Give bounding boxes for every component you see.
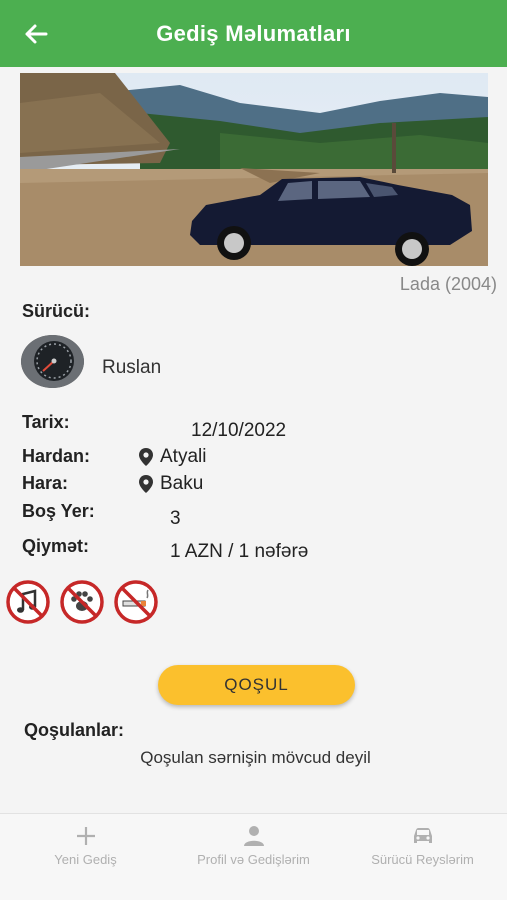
person-icon (243, 826, 264, 846)
to-label: Hara: (22, 473, 69, 493)
date-value: 12/10/2022 (191, 420, 287, 441)
nav-item-new-trip[interactable]: Yeni Gediş (1, 814, 170, 900)
seats-label: Boş Yer: (22, 501, 95, 521)
nav-label-new-trip: Yeni Gediş (54, 852, 117, 867)
driver-avatar[interactable] (21, 335, 84, 388)
joined-empty-message: Qoşulan sərnişin mövcud deyil (140, 748, 371, 767)
joined-passengers-title: Qoşulanlar: (24, 720, 125, 740)
nav-label-profile-trips: Profil və Gedişlərim (197, 852, 310, 867)
plus-icon (76, 827, 95, 845)
date-label: Tarix: (22, 412, 70, 432)
location-pin-icon (139, 475, 153, 493)
seats-value: 3 (170, 508, 181, 529)
price-value: 1 AZN / 1 nəfərə (170, 541, 309, 562)
car-model-caption: Lada (2004) (399, 274, 497, 294)
driver-name[interactable]: Ruslan (102, 357, 161, 379)
app-header: Gediş Məlumatları (0, 0, 507, 67)
no-music-icon (6, 580, 50, 624)
nav-item-driver-routes[interactable]: Sürücü Reyslərim (338, 814, 507, 900)
to-value: Baku (160, 473, 204, 494)
price-label: Qiymət: (22, 536, 90, 556)
car-photo (20, 73, 488, 266)
from-value: Atyali (160, 446, 207, 467)
car-icon (413, 828, 432, 843)
no-pets-icon (60, 580, 104, 624)
nav-label-driver-routes: Sürücü Reyslərim (371, 852, 474, 867)
no-smoking-icon (114, 580, 158, 624)
page-title: Gediş Məlumatları (156, 21, 351, 46)
location-pin-icon (139, 448, 153, 466)
from-label: Hardan: (22, 446, 91, 466)
nav-item-profile-trips[interactable]: Profil və Gedişlərim (169, 814, 338, 900)
bottom-navigation: Yeni Gediş Profil və Gedişlərim Sürücü R… (0, 813, 507, 900)
join-button[interactable]: QOŞUL (158, 665, 355, 705)
driver-label: Sürücü: (22, 301, 91, 321)
